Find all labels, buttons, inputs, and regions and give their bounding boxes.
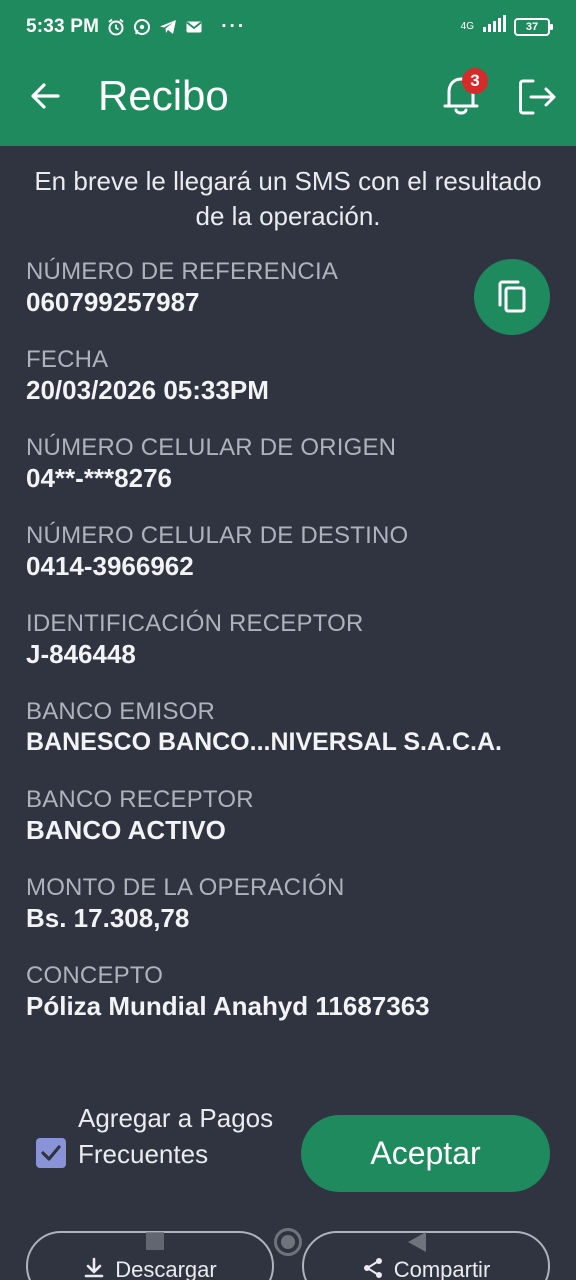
home-nav[interactable] xyxy=(274,1228,302,1256)
notification-badge: 3 xyxy=(462,68,488,94)
receiving-bank-label: BANCO RECEPTOR xyxy=(26,786,254,813)
receiver-id-value: J-846448 xyxy=(26,639,136,669)
alarm-icon xyxy=(107,18,125,36)
signal-icon xyxy=(482,15,506,39)
amount-value: Bs. 17.308,78 xyxy=(26,903,190,933)
date-field: FECHA 20/03/2026 05:33PM xyxy=(26,346,556,406)
origin-phone-field: NÚMERO CELULAR DE ORIGEN 04**-***8276 xyxy=(26,434,556,494)
share-button[interactable]: Compartir xyxy=(302,1231,550,1280)
back-button[interactable] xyxy=(26,76,66,116)
issuing-bank-value: BANESCO BANCO...NIVERSAL S.A.C.A. xyxy=(26,728,502,756)
network-type: 4G xyxy=(460,21,474,32)
download-label: Descargar xyxy=(115,1257,217,1280)
status-bar: 5:33 PM ··· 4G 37 xyxy=(0,0,576,54)
concept-label: CONCEPTO xyxy=(26,962,164,989)
date-value: 20/03/2026 05:33PM xyxy=(26,375,269,405)
share-icon xyxy=(363,1258,382,1278)
more-notifications-indicator: ··· xyxy=(221,16,247,37)
origin-phone-value: 04**-***8276 xyxy=(26,463,173,493)
receiver-id-field: IDENTIFICACIÓN RECEPTOR J-846448 xyxy=(26,610,556,670)
amount-field: MONTO DE LA OPERACIÓN Bs. 17.308,78 xyxy=(26,874,556,934)
add-frequent-checkbox[interactable] xyxy=(36,1138,66,1168)
issuing-bank-field: BANCO EMISOR BANESCO BANCO...NIVERSAL S.… xyxy=(26,698,556,758)
status-time: 5:33 PM xyxy=(26,16,100,37)
whatsapp-icon xyxy=(133,18,151,36)
battery-level: 37 xyxy=(525,21,539,33)
logout-button[interactable] xyxy=(516,76,558,118)
app-bar: Recibo 3 xyxy=(0,54,576,146)
amount-label: MONTO DE LA OPERACIÓN xyxy=(26,874,345,901)
origin-phone-label: NÚMERO CELULAR DE ORIGEN xyxy=(26,434,397,461)
destination-phone-label: NÚMERO CELULAR DE DESTINO xyxy=(26,522,409,549)
back-nav[interactable] xyxy=(408,1232,426,1252)
telegram-icon xyxy=(159,18,177,36)
receiver-id-label: IDENTIFICACIÓN RECEPTOR xyxy=(26,610,364,637)
recent-apps-nav[interactable] xyxy=(146,1232,164,1250)
page-title: Recibo xyxy=(98,72,229,119)
concept-field: CONCEPTO Póliza Mundial Anahyd 11687363 xyxy=(26,962,556,1022)
arrow-left-icon xyxy=(31,83,60,109)
receiving-bank-value: BANCO ACTIVO xyxy=(26,815,226,845)
issuing-bank-label: BANCO EMISOR xyxy=(26,698,216,725)
checkmark-icon xyxy=(41,1145,61,1161)
share-label: Compartir xyxy=(393,1257,491,1280)
copy-icon xyxy=(498,280,526,313)
sms-notice: En breve le llegará un SMS con el result… xyxy=(34,166,542,231)
destination-phone-field: NÚMERO CELULAR DE DESTINO 0414-3966962 xyxy=(26,522,556,582)
receiving-bank-field: BANCO RECEPTOR BANCO ACTIVO xyxy=(26,786,556,846)
download-icon xyxy=(84,1257,104,1278)
mail-icon xyxy=(185,18,203,36)
copy-button[interactable] xyxy=(474,259,550,335)
date-label: FECHA xyxy=(26,346,109,373)
destination-phone-value: 0414-3966962 xyxy=(26,551,194,581)
logout-icon xyxy=(519,79,556,115)
add-frequent-label[interactable]: Agregar a Pagos Frecuentes xyxy=(78,1100,288,1172)
concept-value: Póliza Mundial Anahyd 11687363 xyxy=(26,991,430,1021)
accept-button[interactable]: Aceptar xyxy=(301,1115,550,1192)
battery-icon: 37 xyxy=(514,18,553,36)
